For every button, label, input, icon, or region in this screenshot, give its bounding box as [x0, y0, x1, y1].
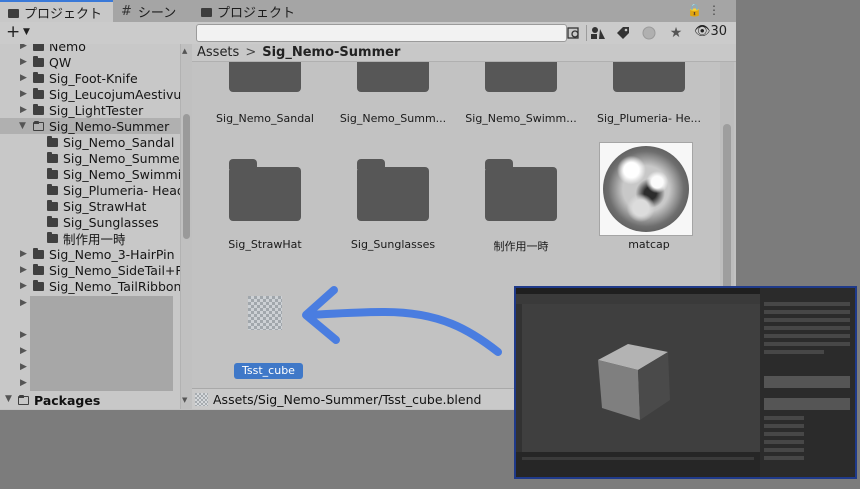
- timeline: [516, 452, 760, 477]
- cube-icon: [598, 344, 670, 420]
- properties-panel: [760, 288, 855, 477]
- viewport: [522, 304, 760, 452]
- blender-screenshot: [514, 286, 857, 479]
